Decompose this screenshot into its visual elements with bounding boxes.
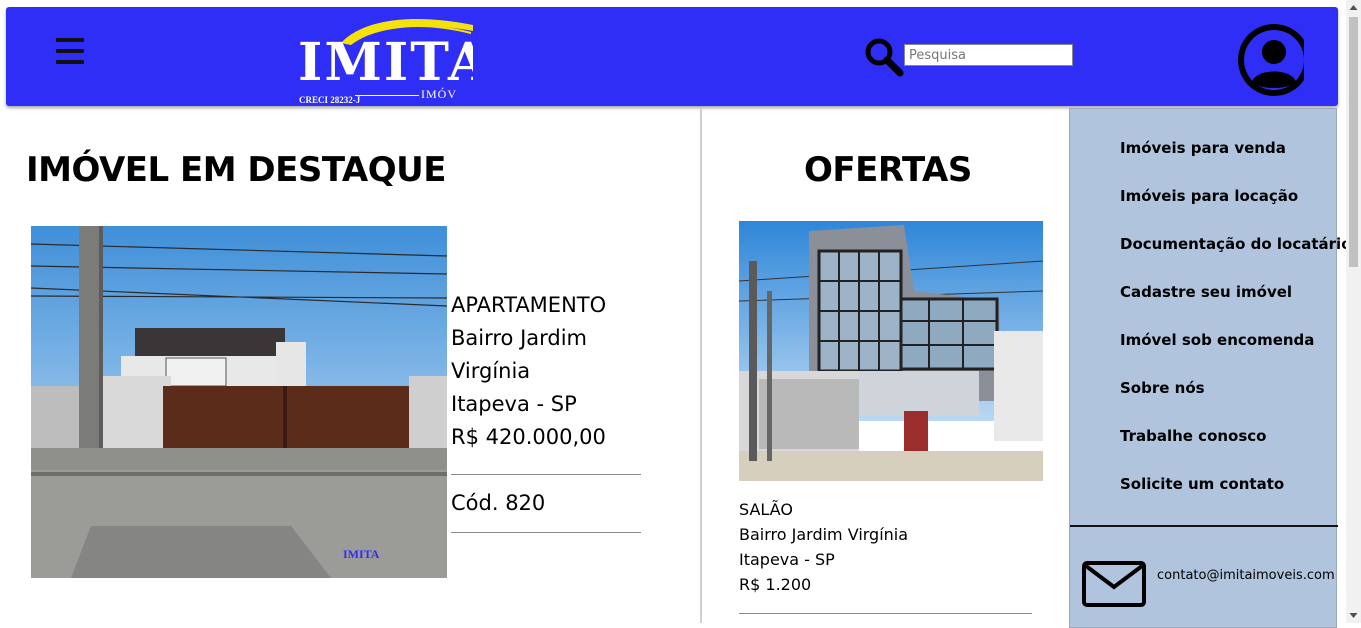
offers-section-title: OFERTAS [804,150,972,190]
menu-item-encomenda[interactable]: Imóvel sob encomenda [1120,331,1352,379]
scroll-up-arrow-icon[interactable] [1346,0,1361,15]
logo-rule [355,95,419,96]
offer-price: R$ 1.200 [739,575,812,594]
featured-property-type: APARTAMENTO [451,293,607,317]
featured-price: R$ 420.000,00 [451,425,606,449]
featured-property-code: Cód. 820 [451,491,546,515]
hamburger-icon-bar [56,60,84,64]
top-header: IMITA CRECI 28232-J IMÓV [6,7,1338,106]
featured-property-photo[interactable]: IMITA [31,226,447,578]
hamburger-icon-bar [56,49,84,53]
divider [739,613,1032,614]
featured-city: Itapeva - SP [451,392,577,416]
divider [451,474,641,475]
hamburger-menu-button[interactable] [56,38,84,66]
search-input[interactable] [904,44,1073,66]
logo-creci: CRECI 28232-J [299,95,361,105]
offer-property-type: SALÃO [739,500,793,519]
scroll-down-arrow-icon[interactable] [1346,608,1361,623]
menu-item-venda[interactable]: Imóveis para venda [1120,139,1352,187]
offer-neighborhood: Bairro Jardim Virgínia [739,525,909,544]
hamburger-icon-bar [56,38,84,42]
site-logo[interactable]: IMITA CRECI 28232-J IMÓV [293,11,473,107]
featured-property-info: APARTAMENTO Bairro Jardim Virgínia Itape… [451,289,641,533]
featured-neighborhood-line2: Virgínia [451,359,531,383]
side-menu-panel: Imóveis para venda Imóveis para locação … [1069,108,1352,628]
menu-item-locacao[interactable]: Imóveis para locação [1120,187,1352,235]
menu-item-documentacao[interactable]: Documentação do locatário [1120,235,1352,283]
column-divider [700,108,702,623]
side-menu-list: Imóveis para venda Imóveis para locação … [1120,139,1352,523]
logo-subtext: IMÓV [421,87,457,101]
divider [451,532,641,533]
menu-item-contato[interactable]: Solicite um contato [1120,475,1352,523]
offer-card-info: SALÃO Bairro Jardim Virgínia Itapeva - S… [739,497,908,597]
menu-item-trabalhe[interactable]: Trabalhe conosco [1120,427,1352,475]
side-menu-divider [1070,525,1338,527]
search-icon[interactable] [864,37,904,77]
envelope-icon[interactable] [1082,561,1146,607]
photo-watermark: IMITA [343,547,380,561]
menu-item-sobre[interactable]: Sobre nós [1120,379,1352,427]
featured-section-title: IMÓVEL EM DESTAQUE [26,150,446,190]
scrollbar-thumb[interactable] [1349,17,1358,267]
menu-item-cadastre[interactable]: Cadastre seu imóvel [1120,283,1352,331]
logo-wordmark: IMITA [298,32,473,93]
user-avatar-icon[interactable] [1232,20,1304,100]
featured-neighborhood-line1: Bairro Jardim [451,326,588,350]
offer-city: Itapeva - SP [739,550,835,569]
page-scrollbar[interactable] [1346,0,1361,623]
offer-property-photo[interactable] [739,221,1043,481]
contact-email-link[interactable]: contato@imitaimoveis.com [1157,568,1335,583]
